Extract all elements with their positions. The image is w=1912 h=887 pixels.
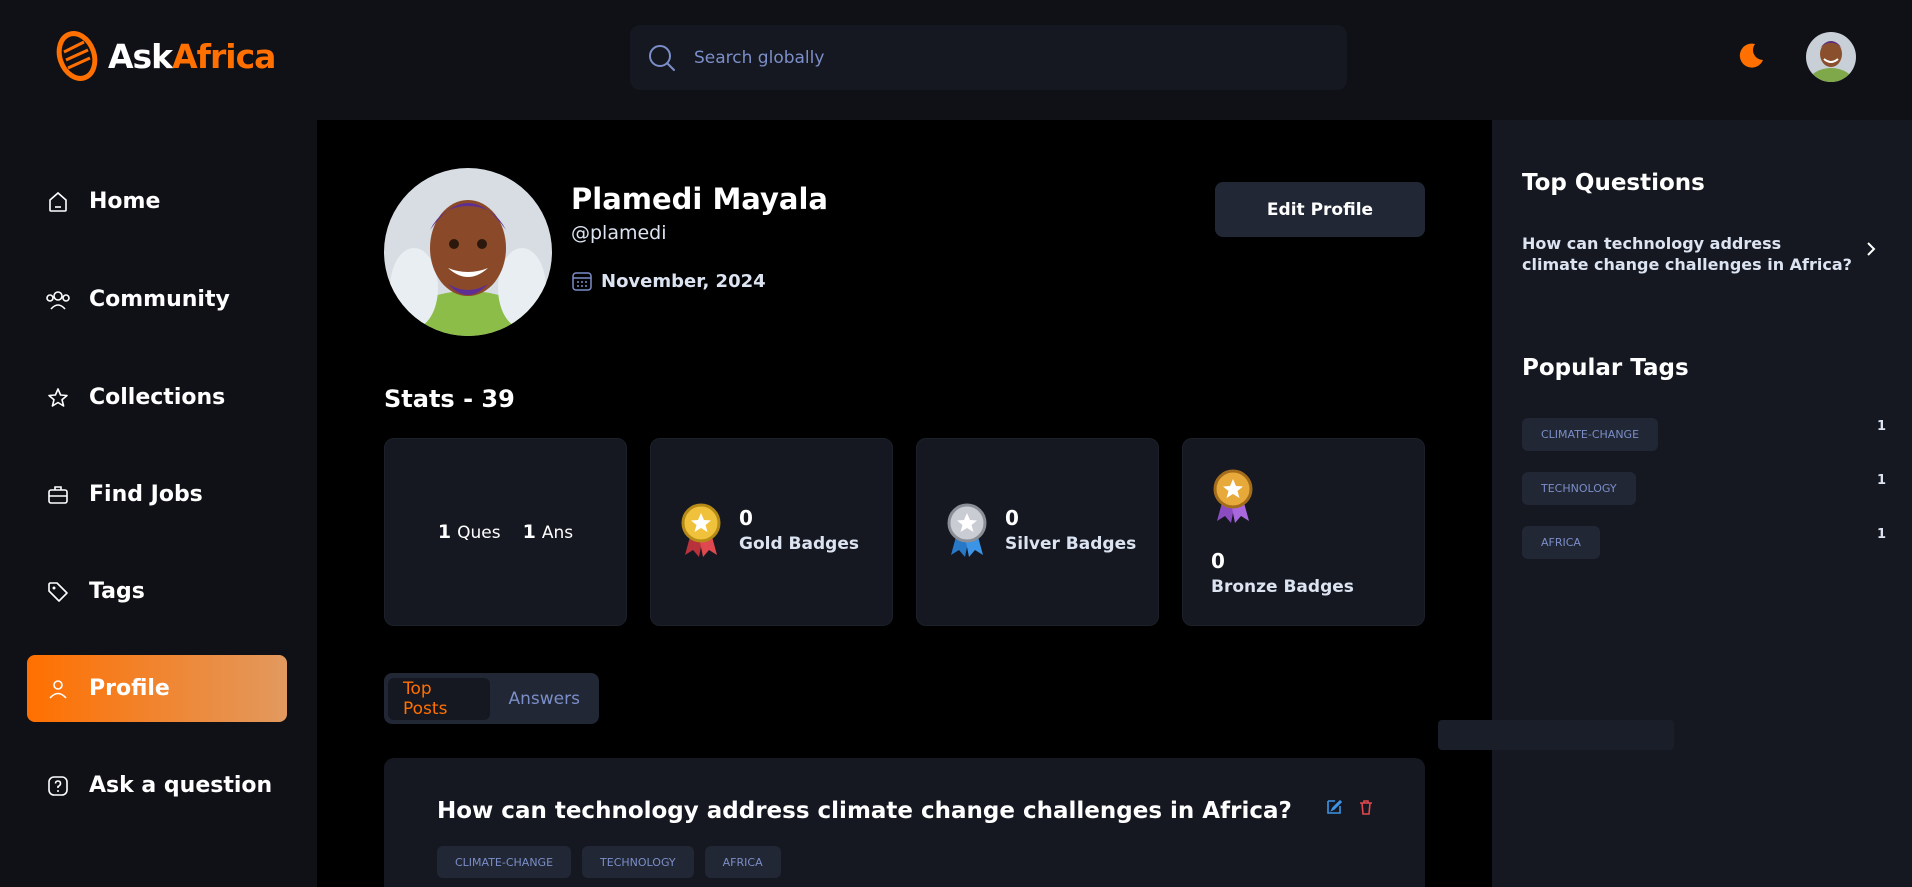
- question-tags: CLIMATE-CHANGE TECHNOLOGY AFRICA: [437, 846, 781, 878]
- answers-stat: 1 Ans: [523, 521, 574, 543]
- right-sidebar: Top Questions How can technology address…: [1492, 120, 1912, 887]
- bronze-badges-count: 0: [1211, 549, 1225, 573]
- sidebar-item-home[interactable]: Home: [27, 168, 287, 235]
- profile-tabs: Top Posts Answers: [384, 673, 599, 724]
- bronze-medal-icon: [1213, 469, 1253, 523]
- popular-tag-count: 1: [1877, 473, 1887, 488]
- edit-profile-button[interactable]: Edit Profile: [1215, 182, 1425, 237]
- gold-medal-icon: [681, 503, 721, 557]
- profile-joined-date: November, 2024: [571, 270, 766, 292]
- global-search[interactable]: [630, 25, 1347, 90]
- profile-main: Plamedi Mayala @plamedi November, 2024 E…: [317, 120, 1492, 887]
- profile-picture: [384, 168, 552, 336]
- top-questions-title: Top Questions: [1522, 170, 1705, 196]
- sidebar-item-label: Profile: [89, 676, 170, 701]
- moon-icon[interactable]: [1736, 40, 1766, 70]
- sidebar-item-label: Collections: [89, 385, 226, 410]
- tag-icon: [45, 579, 71, 605]
- chevron-right-icon[interactable]: [1864, 240, 1878, 258]
- tag-badge[interactable]: CLIMATE-CHANGE: [437, 846, 572, 878]
- faded-overlay-element: [1438, 720, 1674, 750]
- briefcase-icon: [45, 482, 71, 508]
- profile-avatar: [384, 168, 552, 336]
- logo[interactable]: AskAfrica: [54, 30, 276, 82]
- stat-card-bronze: 0 Bronze Badges: [1182, 438, 1425, 626]
- stat-card-questions-answers: 1 Ques 1 Ans: [384, 438, 627, 626]
- sidebar-item-find-jobs[interactable]: Find Jobs: [27, 461, 287, 528]
- silver-badges-label: Silver Badges: [1005, 534, 1137, 554]
- popular-tag-count: 1: [1877, 527, 1887, 542]
- user-avatar[interactable]: [1806, 32, 1856, 82]
- post-actions: [1325, 798, 1375, 816]
- stats-title: Stats - 39: [384, 385, 515, 413]
- users-icon: [45, 287, 71, 313]
- question-card[interactable]: How can technology address climate chang…: [384, 758, 1425, 887]
- question-icon: [45, 773, 71, 799]
- popular-tag[interactable]: TECHNOLOGY: [1522, 472, 1636, 505]
- sidebar-item-collections[interactable]: Collections: [27, 364, 287, 431]
- logo-text: AskAfrica: [108, 36, 276, 76]
- popular-tags-title: Popular Tags: [1522, 355, 1689, 381]
- silver-badges-count: 0: [1005, 506, 1019, 530]
- gold-badges-count: 0: [739, 506, 753, 530]
- top-question-link[interactable]: How can technology address climate chang…: [1522, 233, 1852, 275]
- joined-text: November, 2024: [601, 270, 766, 292]
- avatar-image: [1806, 32, 1856, 82]
- tag-badge[interactable]: TECHNOLOGY: [582, 846, 694, 878]
- question-title[interactable]: How can technology address climate chang…: [437, 798, 1292, 824]
- search-input[interactable]: [694, 47, 1294, 68]
- silver-medal-icon: [947, 503, 987, 557]
- sidebar-item-label: Find Jobs: [89, 482, 203, 507]
- profile-name: Plamedi Mayala: [571, 182, 828, 216]
- sidebar-item-tags[interactable]: Tags: [27, 558, 287, 625]
- gold-badges-label: Gold Badges: [739, 534, 859, 554]
- edit-icon[interactable]: [1325, 798, 1343, 816]
- stat-card-gold: 0 Gold Badges: [650, 438, 893, 626]
- questions-stat: 1 Ques: [438, 521, 501, 543]
- user-icon: [45, 676, 71, 702]
- calendar-icon: [572, 272, 592, 291]
- tab-top-posts[interactable]: Top Posts: [388, 677, 490, 720]
- top-bar: AskAfrica: [0, 0, 1912, 120]
- star-icon: [45, 385, 71, 411]
- bronze-badges-label: Bronze Badges: [1211, 577, 1354, 597]
- answers-count: 1: [522, 521, 536, 543]
- tag-badge[interactable]: AFRICA: [704, 846, 781, 878]
- sidebar-item-label: Ask a question: [89, 773, 273, 798]
- stat-card-silver: 0 Silver Badges: [916, 438, 1159, 626]
- sidebar-item-community[interactable]: Community: [27, 266, 287, 333]
- popular-tag[interactable]: AFRICA: [1522, 526, 1600, 559]
- tab-answers[interactable]: Answers: [494, 678, 595, 720]
- sidebar: Home Community Collections Find Jobs Tag…: [0, 120, 317, 887]
- africa-logo-icon: [56, 31, 98, 81]
- sidebar-item-ask-question[interactable]: Ask a question: [27, 752, 287, 819]
- answers-label: Ans: [541, 523, 574, 543]
- popular-tag[interactable]: CLIMATE-CHANGE: [1522, 418, 1659, 451]
- home-icon: [45, 189, 71, 215]
- questions-label: Ques: [457, 523, 501, 543]
- popular-tag-count: 1: [1877, 419, 1887, 434]
- trash-icon[interactable]: [1357, 798, 1375, 816]
- profile-handle: @plamedi: [571, 222, 667, 244]
- search-icon: [649, 44, 675, 71]
- questions-count: 1: [437, 521, 452, 543]
- logo-text-ask: Ask: [108, 36, 173, 76]
- sidebar-item-label: Home: [89, 189, 161, 214]
- sidebar-item-label: Community: [89, 287, 230, 312]
- logo-text-africa: Africa: [172, 36, 276, 76]
- sidebar-item-label: Tags: [89, 579, 145, 604]
- sidebar-item-profile[interactable]: Profile: [27, 655, 287, 722]
